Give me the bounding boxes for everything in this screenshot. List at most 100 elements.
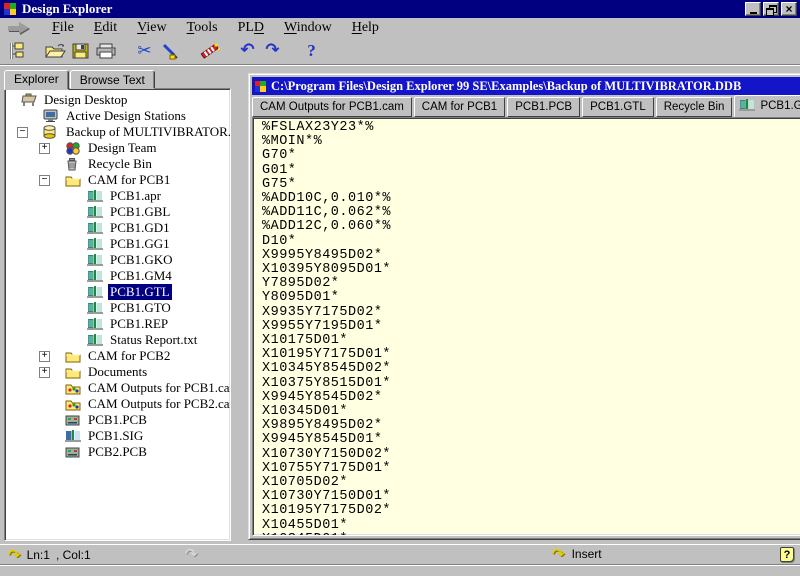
folder-icon xyxy=(65,174,81,187)
cut-button[interactable]: ✂ xyxy=(132,39,157,63)
tree-item-pcb1-gg1[interactable]: PCB1.GG1 xyxy=(7,236,230,252)
tree-item-pcb2-pcb[interactable]: PCB2.PCB xyxy=(7,444,230,460)
tree-item-pcb1-sig[interactable]: PCB1.SIG xyxy=(7,428,230,444)
tree-item-pcb1-gm4[interactable]: PCB1.GM4 xyxy=(7,268,230,284)
doc-tab-pcb1-pcb[interactable]: PCB1.PCB xyxy=(507,97,580,117)
tree-item-documents[interactable]: +Documents xyxy=(7,364,230,380)
tree-item-cam-for-pcb2[interactable]: + CAM for PCB2 xyxy=(7,348,230,364)
probe-button[interactable] xyxy=(157,39,182,63)
tree-item-pcb1-gko[interactable]: PCB1.GKO xyxy=(7,252,230,268)
doc-tab-recycle-bin[interactable]: Recycle Bin xyxy=(656,97,733,117)
doc-tab-active-pcb1-gtl[interactable]: PCB1.GTL xyxy=(734,95,800,117)
gerber-line: X10345D01* xyxy=(262,533,800,535)
tree-item-label: PCB2.PCB xyxy=(86,444,149,460)
redo-button[interactable]: ↷ xyxy=(260,39,285,63)
close-button[interactable]: × xyxy=(781,2,797,16)
collapse-icon[interactable]: − xyxy=(39,175,50,186)
probe-icon xyxy=(161,43,179,60)
tree-item-pcb1-gto[interactable]: PCB1.GTO xyxy=(7,300,230,316)
gerber-text-editor[interactable]: %FSLAX23Y23*%%MOIN*%G70*G01*G75*%ADD10C,… xyxy=(253,118,800,535)
stations-icon xyxy=(43,110,59,123)
gerber-line: X10345Y8545D02* xyxy=(262,362,800,376)
help-button[interactable]: ? xyxy=(299,39,324,63)
gerber-line: Y8095D01* xyxy=(262,291,800,305)
tree-item-pcb1-rep[interactable]: PCB1.REP xyxy=(7,316,230,332)
open-button[interactable] xyxy=(43,39,68,63)
save-button[interactable] xyxy=(68,39,93,63)
tree-item-label: PCB1.PCB xyxy=(86,412,149,428)
tree-item-cam-outputs-for-pcb1-cam[interactable]: CAM Outputs for PCB1.cam xyxy=(7,380,230,396)
ddb-icon xyxy=(254,80,267,93)
tree-item-recycle-bin[interactable]: Recycle Bin xyxy=(7,156,230,172)
gerber-line: X10175D01* xyxy=(262,334,800,348)
tree-item-pcb1-apr[interactable]: PCB1.apr xyxy=(7,188,230,204)
expand-icon[interactable]: + xyxy=(39,367,50,378)
gerber-line: %ADD12C,0.060*% xyxy=(262,220,800,234)
menu-pld[interactable]: PLD xyxy=(228,19,274,37)
tree-item-pcb1-gd1[interactable]: PCB1.GD1 xyxy=(7,220,230,236)
tree-item-label: Backup of MULTIVIBRATOR.DDB xyxy=(64,124,231,140)
tree-item-pcb1-gbl[interactable]: PCB1.GBL xyxy=(7,204,230,220)
disabled-arrow-icon: ↷ xyxy=(185,548,198,560)
gerber-line: X9945Y8545D02* xyxy=(262,391,800,405)
menu-view[interactable]: View xyxy=(127,19,177,37)
wand-button[interactable] xyxy=(196,39,221,63)
save-icon xyxy=(72,43,89,59)
expand-icon[interactable]: + xyxy=(39,351,50,362)
menu-bar: FileEditViewToolsPLDWindowHelp xyxy=(0,18,800,38)
help-balloon-button[interactable]: ? xyxy=(780,547,794,562)
menu-tools[interactable]: Tools xyxy=(177,19,228,37)
doc-icon xyxy=(87,302,103,315)
line-indicator: Ln:1 xyxy=(27,548,50,562)
menu-help[interactable]: Help xyxy=(342,19,389,37)
tree-item-active-design-stations[interactable]: Active Design Stations xyxy=(7,108,230,124)
tree-item-cam-for-pcb1[interactable]: −CAM for PCB1 xyxy=(7,172,230,188)
tree-item-label: CAM for PCB2 xyxy=(86,348,172,364)
collapse-icon[interactable]: − xyxy=(17,127,28,138)
undo-icon: ↶ xyxy=(240,42,254,60)
gerber-line: G01* xyxy=(262,164,800,178)
expand-icon[interactable]: + xyxy=(39,143,50,154)
tree-item-pcb1-gtl[interactable]: PCB1.GTL xyxy=(7,284,230,300)
doc-tab-cam-for-pcb1[interactable]: CAM for PCB1 xyxy=(414,97,505,117)
insert-mode-group: ↷ Insert xyxy=(552,547,602,561)
tree-item-cam-outputs-for-pcb2-cam[interactable]: CAM Outputs for PCB2.cam xyxy=(7,396,230,412)
doc-icon xyxy=(739,99,755,112)
restore-button[interactable] xyxy=(763,2,779,16)
menu-edit[interactable]: Edit xyxy=(84,19,127,37)
tree-item-label: PCB1.SIG xyxy=(86,428,145,444)
tree-item-label: PCB1.apr xyxy=(108,188,163,204)
tree-items: Design DesktopActive Design Stations − Bac… xyxy=(7,92,230,460)
minimize-button[interactable] xyxy=(745,2,761,16)
tab-explorer[interactable]: Explorer xyxy=(4,70,69,90)
doc-tab-pcb1-gtl[interactable]: PCB1.GTL xyxy=(582,97,654,117)
print-button[interactable] xyxy=(93,39,118,63)
gerber-line: X10755Y7175D01* xyxy=(262,462,800,476)
gerber-line: X10455D01* xyxy=(262,519,800,533)
gerber-line: X10195Y7175D02* xyxy=(262,504,800,518)
explorer-toggle-button[interactable] xyxy=(4,39,29,63)
tree-item-backup-of-multivibrator-ddb[interactable]: − Backup of MULTIVIBRATOR.DDB xyxy=(7,124,230,140)
wand-icon xyxy=(198,42,220,60)
menu-arrow-icon[interactable] xyxy=(8,22,32,34)
tab-browse-text[interactable]: Browse Text xyxy=(70,70,155,89)
toolbar: ✂ ↶ ↷? xyxy=(0,38,800,65)
gerber-line: X10375Y8515D01* xyxy=(262,377,800,391)
tree-item-label: PCB1.GM4 xyxy=(108,268,174,284)
tree-item-design-team[interactable]: +Design Team xyxy=(7,140,230,156)
tree-item-status-report-txt[interactable]: Status Report.txt xyxy=(7,332,230,348)
undo-button[interactable]: ↶ xyxy=(235,39,260,63)
gerber-line: X9945Y8545D01* xyxy=(262,433,800,447)
minimize-icon xyxy=(750,12,757,14)
menu-file[interactable]: File xyxy=(42,19,84,37)
cam-icon xyxy=(65,398,81,411)
gerber-line: X10395Y8095D01* xyxy=(262,263,800,277)
gerber-line: X9995Y8495D02* xyxy=(262,249,800,263)
cursor-arrow-icon: ↷ xyxy=(8,549,21,561)
doc-tab-cam-outputs-for-pcb1-cam[interactable]: CAM Outputs for PCB1.cam xyxy=(252,97,412,117)
tree-item-label: PCB1.GBL xyxy=(108,204,172,220)
tree-item-pcb1-pcb[interactable]: PCB1.PCB xyxy=(7,412,230,428)
tree-item-design-desktop[interactable]: Design Desktop xyxy=(7,92,230,108)
main-titlebar: Design Explorer × xyxy=(0,0,800,18)
menu-window[interactable]: Window xyxy=(274,19,342,37)
